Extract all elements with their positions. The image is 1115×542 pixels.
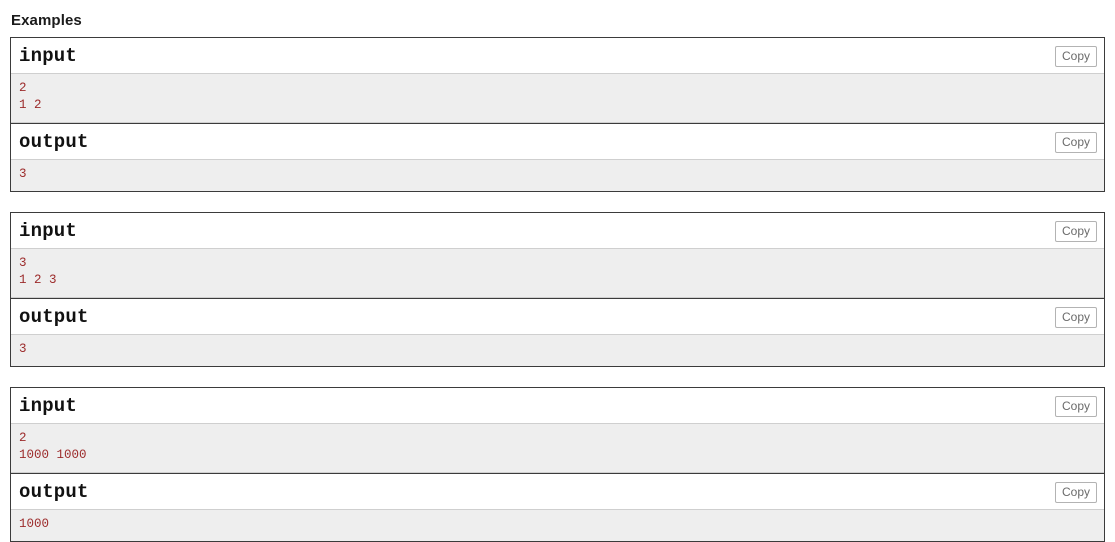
input-title: input [19,45,78,67]
output-title: output [19,481,89,503]
copy-output-button[interactable]: Copy [1054,132,1097,153]
input-header: input Copy [11,38,1104,74]
output-header: output Copy [11,123,1104,160]
sample-tests-section: Examples input Copy 2 1 2 output Copy 3 … [0,0,1115,542]
output-header: output Copy [11,473,1104,510]
input-header: input Copy [11,213,1104,249]
page-title: Examples [11,12,82,29]
sample-test-block: input Copy 2 1000 1000 output Copy 1000 [10,387,1105,542]
copy-input-button[interactable]: Copy [1054,221,1097,242]
copy-input-button[interactable]: Copy [1054,46,1097,67]
input-header: input Copy [11,388,1104,424]
output-data[interactable]: 3 [11,335,1104,366]
input-title: input [19,395,78,417]
input-data[interactable]: 2 1 2 [11,74,1104,123]
input-data[interactable]: 2 1000 1000 [11,424,1104,473]
output-header: output Copy [11,298,1104,335]
output-data[interactable]: 1000 [11,510,1104,541]
input-title: input [19,220,78,242]
input-data[interactable]: 3 1 2 3 [11,249,1104,298]
sample-test-block: input Copy 2 1 2 output Copy 3 [10,37,1105,192]
output-data[interactable]: 3 [11,160,1104,191]
output-title: output [19,131,89,153]
copy-output-button[interactable]: Copy [1054,307,1097,328]
output-title: output [19,306,89,328]
copy-input-button[interactable]: Copy [1054,396,1097,417]
sample-test-block: input Copy 3 1 2 3 output Copy 3 [10,212,1105,367]
copy-output-button[interactable]: Copy [1054,482,1097,503]
